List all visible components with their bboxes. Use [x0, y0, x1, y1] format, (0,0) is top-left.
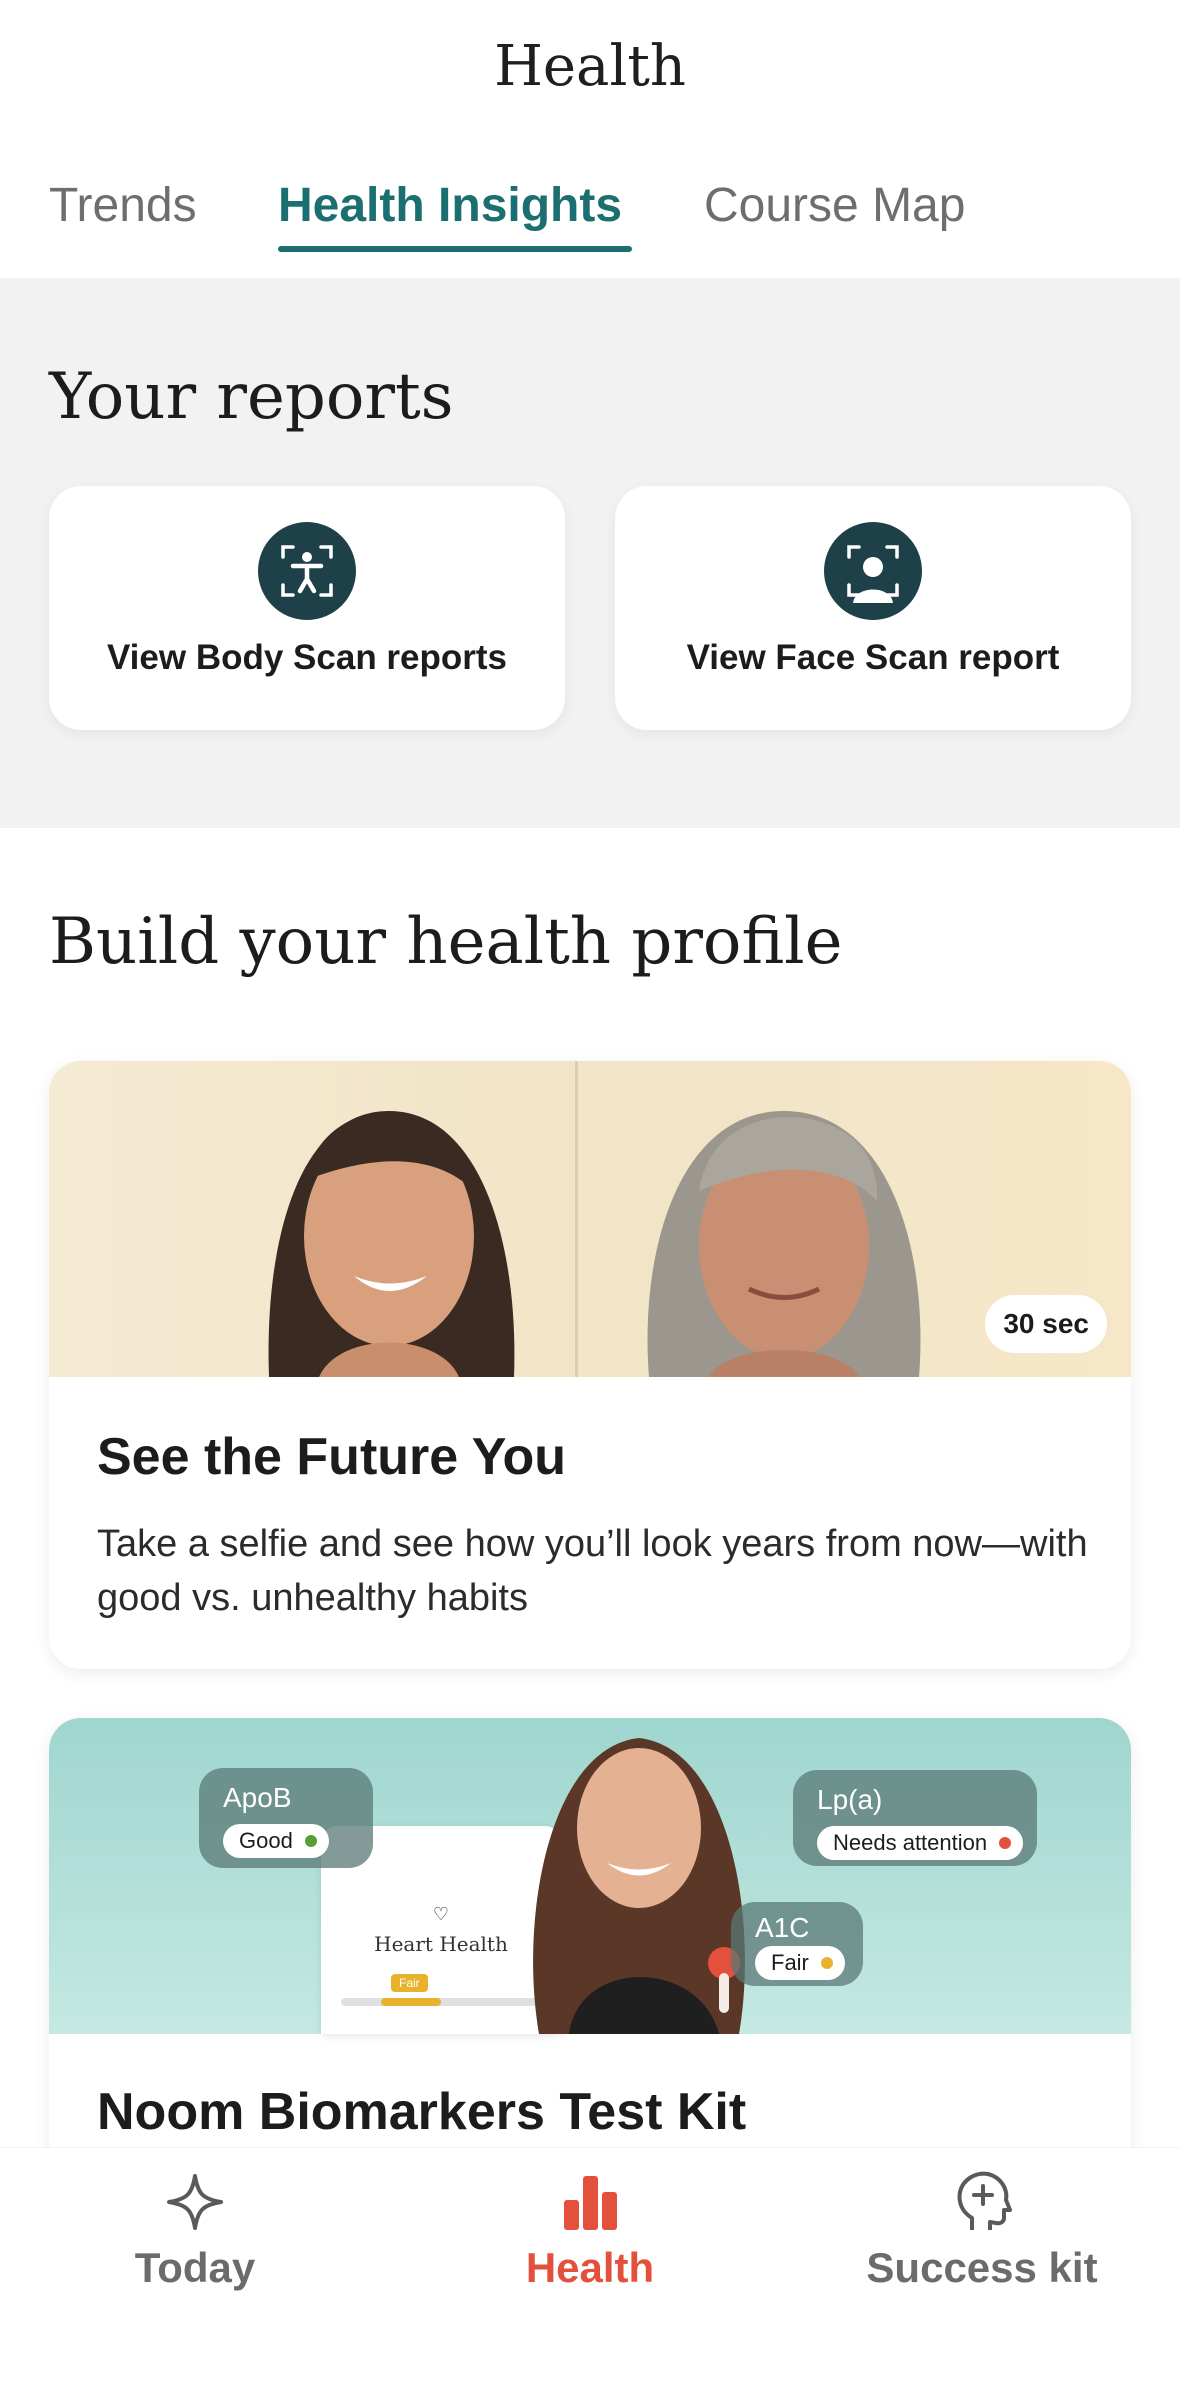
biomarker-lpa-status: Needs attention	[817, 1826, 1024, 1860]
phone-level-fill	[381, 1998, 441, 2006]
duration-badge: 30 sec	[985, 1295, 1107, 1353]
status-dot-icon	[999, 1837, 1012, 1849]
biomarker-a1c-pill: A1C Fair	[731, 1902, 863, 1986]
biomarker-lpa-pill: Lp(a) Needs attention	[793, 1770, 1037, 1866]
tab-trends[interactable]: Trends	[49, 178, 197, 233]
biomarker-apob-status: Good	[223, 1824, 329, 1858]
page-title: Health	[494, 34, 686, 99]
head-plus-icon	[957, 2171, 1012, 2230]
tab-course-map[interactable]: Course Map	[704, 178, 965, 233]
biomarker-apob-name: ApoB	[223, 1782, 292, 1813]
body-scan-icon	[258, 522, 356, 620]
nav-health-label: Health	[525, 2244, 655, 2291]
biomarker-apob-pill: ApoB Good	[199, 1768, 373, 1868]
reports-section: Your reports View Body Scan reports View…	[0, 278, 1180, 828]
future-you-image: 30 sec	[49, 1061, 1131, 1377]
image-divider	[575, 1061, 578, 1377]
status-dot-icon	[304, 1835, 317, 1847]
nav-today[interactable]: Today	[35, 2170, 355, 2292]
status-dot-icon	[820, 1957, 833, 1969]
future-you-description: Take a selfie and see how you’ll look ye…	[97, 1523, 1088, 1619]
sparkle-icon	[167, 2174, 223, 2230]
active-tab-indicator	[278, 246, 632, 252]
nav-health[interactable]: Health	[430, 2170, 750, 2292]
phone-level-label: Fair	[391, 1974, 428, 1992]
face-scan-report-label: View Face Scan report	[686, 638, 1060, 677]
bar-chart-icon	[564, 2176, 617, 2230]
header: Health Trends Health Insights Course Map	[0, 0, 1180, 278]
biomarkers-kit-image: ♡ Heart Health Fair ApoB Good Lp(a) Need…	[49, 1718, 1131, 2034]
face-scan-icon	[824, 522, 922, 620]
nav-today-label: Today	[134, 2244, 256, 2291]
health-profile-title: Build your health profile	[49, 905, 843, 979]
tab-health-insights[interactable]: Health Insights	[278, 178, 622, 233]
future-you-card[interactable]: 30 sec See the Future You Take a selfie …	[49, 1061, 1131, 1669]
face-scan-report-card[interactable]: View Face Scan report	[615, 486, 1131, 730]
biomarker-lpa-name: Lp(a)	[817, 1784, 883, 1815]
nav-success-kit[interactable]: Success kit	[822, 2170, 1142, 2292]
future-you-title: See the Future You	[97, 1428, 567, 1486]
reports-title: Your reports	[49, 360, 454, 434]
bottom-nav: Today Health Success kit	[0, 2148, 1180, 2396]
biomarker-a1c-status: Fair	[755, 1946, 845, 1980]
body-scan-report-card[interactable]: View Body Scan reports	[49, 486, 565, 730]
nav-success-kit-label: Success kit	[866, 2244, 1098, 2291]
biomarkers-kit-title: Noom Biomarkers Test Kit	[97, 2083, 747, 2141]
body-scan-report-label: View Body Scan reports	[106, 638, 508, 677]
portraits-illustration	[268, 1111, 921, 1377]
person-illustration	[533, 1738, 745, 2034]
biomarker-a1c-name: A1C	[755, 1912, 810, 1943]
